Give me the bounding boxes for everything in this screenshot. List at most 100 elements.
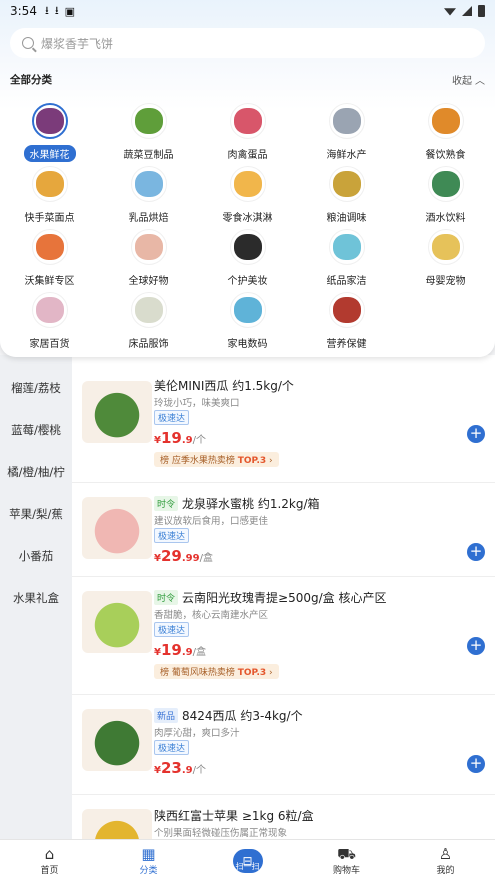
category-image (35, 234, 64, 260)
price-unit: /个 (192, 435, 206, 446)
category-image (134, 234, 163, 260)
tab-category[interactable]: ▦ 分类 (99, 840, 198, 880)
product-image[interactable] (82, 809, 152, 839)
product-image[interactable] (82, 381, 152, 443)
product-image[interactable] (82, 497, 152, 559)
wifi-icon (444, 8, 456, 16)
sidebar-item[interactable]: 小番茄 (0, 535, 72, 577)
status-bar: 3:54 ⭳ ⭳ ▣ (0, 0, 495, 22)
category-item[interactable]: 肉禽蛋品 (198, 103, 297, 162)
collapse-button[interactable]: 收起 ︿ (452, 72, 485, 87)
category-item[interactable]: 沃集鲜专区 (0, 229, 99, 288)
ranking-top: TOP.3 (237, 668, 267, 678)
ranking-label: 榜 应季水果热卖榜 (160, 456, 238, 466)
tab-label: 分类 (139, 865, 158, 876)
product-card[interactable]: 时令 云南阳光玫瑰青提≥500g/盒 核心产区 香甜脆，核心云南建水产区 极速达 ¥19… (72, 577, 495, 695)
category-item[interactable]: 粮油调味 (297, 166, 396, 225)
tab-label: 扫一扫 (235, 861, 260, 871)
category-item[interactable]: 海鲜水产 (297, 103, 396, 162)
category-item[interactable]: 母婴宠物 (396, 229, 495, 288)
snack-icon (229, 166, 266, 202)
category-item[interactable]: 蔬菜豆制品 (99, 103, 198, 162)
category-label: 蔬菜豆制品 (123, 150, 174, 161)
product-price: ¥29.99/盒 (154, 547, 213, 565)
cart-icon: ⛟ (337, 844, 356, 863)
currency-symbol: ¥ (154, 553, 161, 564)
ranking-badge[interactable]: 榜 葡萄风味热卖榜 TOP.3 › (154, 664, 279, 679)
product-tag: 时令 (154, 590, 179, 605)
cosmetics-icon (229, 229, 266, 265)
product-card[interactable]: 新品 8424西瓜 约3-4kg/个 肉厚沁甜，爽口多汁 极速达 ¥23.9/个 + (72, 695, 495, 795)
product-card[interactable]: 陕西红富士苹果 ≥1kg 6粒/盒个别果面轻微碰压伤属正常现象 (72, 795, 495, 839)
add-to-cart-icon[interactable]: + (467, 755, 485, 773)
price-unit: /盒 (192, 647, 206, 658)
category-label: 快手菜面点 (24, 213, 75, 224)
category-item[interactable]: 餐饮熟食 (396, 103, 495, 162)
product-title: 美伦MINI西瓜 约1.5kg/个 (154, 377, 294, 394)
formula-icon (427, 229, 464, 265)
product-price: ¥19.9/个 (154, 429, 206, 447)
sidebar-item[interactable]: 榴莲/荔枝 (0, 367, 72, 409)
category-image (431, 108, 460, 134)
category-item[interactable]: 全球好物 (99, 229, 198, 288)
product-title: 陕西红富士苹果 ≥1kg 6粒/盒 (154, 807, 314, 824)
category-item[interactable]: 快手菜面点 (0, 166, 99, 225)
chevron-up-icon: ︿ (475, 76, 485, 87)
search-placeholder: 爆浆香芋飞饼 (41, 36, 114, 51)
product-image[interactable] (82, 709, 152, 771)
ranking-badge[interactable]: 榜 应季水果热卖榜 TOP.3 › (154, 452, 279, 467)
category-label: 水果鲜花 (23, 145, 76, 162)
product-card[interactable]: 美伦MINI西瓜 约1.5kg/个 玲珑小巧，味美爽口 极速达 ¥19.9/个 + 榜 应… (72, 355, 495, 483)
category-item[interactable]: 水果鲜花 (0, 103, 99, 162)
category-image (431, 171, 460, 197)
category-label: 纸品家洁 (326, 276, 367, 287)
category-image (134, 171, 163, 197)
product-subtitle: 玲珑小巧，味美爽口 (154, 398, 240, 409)
price-integer: 19 (160, 429, 182, 447)
product-list[interactable]: 美伦MINI西瓜 约1.5kg/个 玲珑小巧，味美爽口 极速达 ¥19.9/个 + 榜 应… (72, 355, 495, 839)
oil-icon (328, 166, 365, 202)
add-to-cart-icon[interactable]: + (467, 543, 485, 561)
sidebar-item[interactable]: 蓝莓/樱桃 (0, 409, 72, 451)
category-item[interactable]: 营养保健 (297, 292, 396, 351)
sidebar-item[interactable]: 苹果/梨/蕉 (0, 493, 72, 535)
tab-label: 购物车 (332, 865, 360, 876)
drink-icon (427, 166, 464, 202)
category-item[interactable]: 乳品烘焙 (99, 166, 198, 225)
category-label: 乳品烘焙 (128, 213, 169, 224)
battery-icon (478, 5, 485, 17)
sidebar-item[interactable]: 水果礼盒 (0, 577, 72, 619)
tab-label: 首页 (40, 865, 59, 876)
panel-title: 全部分类 (10, 74, 52, 86)
product-image[interactable] (82, 591, 152, 653)
category-item[interactable]: 床品服饰 (99, 292, 198, 351)
add-to-cart-icon[interactable]: + (467, 637, 485, 655)
product-subtitle: 个别果面轻微碰压伤属正常现象 (154, 828, 288, 839)
sidebar-item[interactable]: 橘/橙/柚/柠 (0, 451, 72, 493)
category-image (332, 297, 361, 323)
category-label: 沃集鲜专区 (24, 276, 75, 287)
tab-profile[interactable]: ♙ 我的 (396, 840, 495, 880)
status-time: 3:54 (10, 4, 37, 18)
category-label: 酒水饮料 (425, 213, 466, 224)
product-subtitle: 香甜脆，核心云南建水产区 (154, 610, 269, 621)
search-input[interactable]: 爆浆香芋飞饼 (10, 28, 485, 58)
product-subtitle: 肉厚沁甜，爽口多汁 (154, 728, 240, 739)
tab-cart[interactable]: ⛟ 购物车 (297, 840, 396, 880)
tab-scan[interactable]: ⊟ 扫一扫 (198, 840, 297, 880)
add-to-cart-icon[interactable]: + (467, 425, 485, 443)
category-label: 全球好物 (128, 276, 169, 287)
category-item[interactable]: 纸品家洁 (297, 229, 396, 288)
category-item[interactable]: 酒水饮料 (396, 166, 495, 225)
product-card[interactable]: 时令 龙泉驿水蜜桃 约1.2kg/箱 建议放软后食用，口感更佳 极速达 ¥29.99/盒… (72, 483, 495, 577)
category-item[interactable]: 家居百货 (0, 292, 99, 351)
bottle-icon (130, 229, 167, 265)
category-item[interactable]: 家电数码 (198, 292, 297, 351)
category-item[interactable]: 个护美妆 (198, 229, 297, 288)
tab-home[interactable]: ⌂ 首页 (0, 840, 99, 880)
product-tag: 时令 (154, 496, 179, 511)
category-item[interactable]: 零食冰淇淋 (198, 166, 297, 225)
search-icon (22, 37, 34, 49)
home-icon: ⌂ (44, 844, 55, 863)
price-integer: 19 (160, 641, 182, 659)
